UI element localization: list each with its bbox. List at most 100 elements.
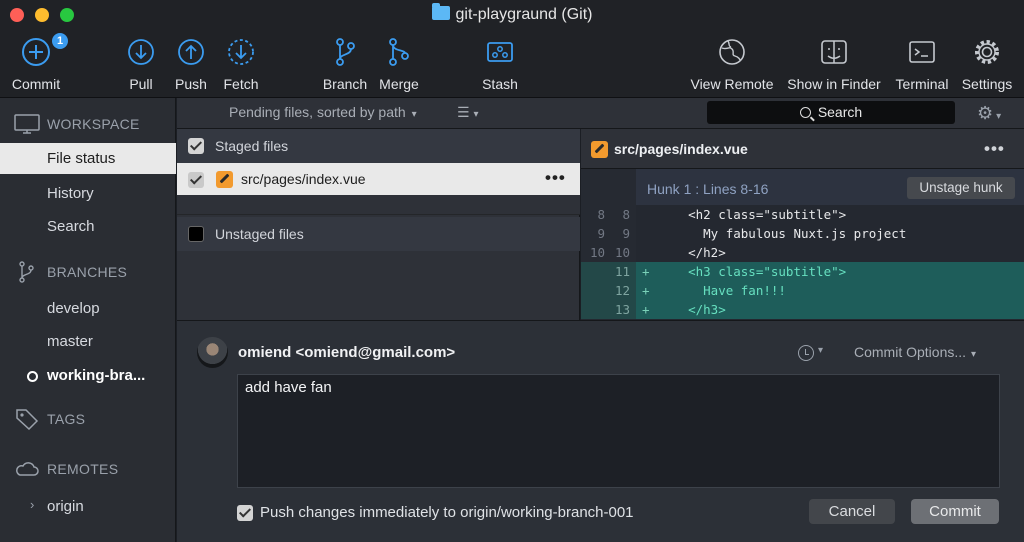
gear-icon: ⚙ — [977, 103, 994, 123]
new-line-number: 8 — [622, 207, 630, 222]
commit-toolbar-button[interactable]: 1 Commit — [8, 33, 68, 94]
hunk-header: Hunk 1 : Lines 8-16 Unstage hunk — [581, 169, 1024, 205]
new-line-number: 10 — [614, 245, 630, 260]
sidebar-section-workspace[interactable]: WORKSPACE — [0, 109, 176, 139]
commit-button[interactable]: Commit — [911, 499, 999, 524]
branch-button[interactable]: Branch — [320, 34, 370, 94]
cancel-button[interactable]: Cancel — [809, 499, 895, 524]
modified-icon — [216, 171, 233, 188]
file-checkbox[interactable] — [188, 172, 204, 188]
chevron-down-icon: ▾ — [971, 349, 977, 360]
staged-files-header: Staged files — [177, 129, 580, 163]
stash-icon — [487, 42, 513, 62]
terminal-button[interactable]: Terminal — [890, 34, 954, 94]
diff-file-header: src/pages/index.vue ••• — [581, 129, 1024, 169]
push-immediately-checkbox[interactable] — [237, 505, 253, 521]
monitor-icon — [14, 114, 40, 134]
sidebar-item-branch-master[interactable]: master — [0, 326, 176, 357]
sidebar: WORKSPACE File status History Search BRA… — [0, 98, 176, 542]
terminal-icon — [909, 41, 935, 63]
new-line-number: 13 — [614, 302, 630, 317]
diff-marker: + — [642, 302, 650, 317]
diff-code: </h3> — [658, 302, 726, 317]
diff-line-added[interactable]: 11 + <h3 class="subtitle"> — [581, 262, 1024, 281]
sidebar-section-tags[interactable]: TAGS — [0, 404, 176, 434]
diff-code: </h2> — [658, 245, 726, 260]
diff-line-context[interactable]: 9 9 My fabulous Nuxt.js project — [581, 224, 1024, 243]
staged-file-row[interactable]: src/pages/index.vue ••• — [177, 163, 580, 195]
folder-icon — [431, 3, 450, 20]
settings-button[interactable]: Settings — [956, 34, 1018, 94]
new-line-number: 9 — [622, 226, 630, 241]
commit-icon — [22, 38, 50, 66]
diff-line-added[interactable]: 13 + </h3> — [581, 300, 1024, 319]
sidebar-item-file-status[interactable]: File status — [0, 143, 176, 174]
chevron-down-icon: ▾ — [473, 109, 479, 120]
diff-code: <h2 class="subtitle"> — [658, 207, 847, 222]
staged-files-checkbox[interactable] — [188, 138, 204, 154]
gear-icon — [975, 40, 999, 64]
clock-icon — [798, 345, 814, 361]
pull-button[interactable]: Pull — [118, 34, 164, 94]
staged-files-empty-space — [177, 195, 580, 215]
unstage-hunk-button[interactable]: Unstage hunk — [907, 177, 1015, 199]
line-number-gutter — [581, 169, 636, 205]
arrow-up-circle-icon — [178, 39, 204, 65]
fetch-button[interactable]: Fetch — [216, 34, 266, 94]
view-remote-button[interactable]: View Remote — [686, 34, 778, 94]
show-in-finder-button[interactable]: Show in Finder — [784, 34, 884, 94]
arrow-down-circle-icon — [128, 39, 154, 65]
diff-line-context[interactable]: 10 10 </h2> — [581, 243, 1024, 262]
new-line-number: 12 — [614, 283, 630, 298]
chevron-down-icon: ▾ — [818, 345, 824, 356]
more-options-icon[interactable]: ••• — [545, 168, 566, 188]
diff-marker: + — [642, 283, 650, 298]
branch-icon — [19, 261, 34, 283]
merge-icon — [389, 38, 409, 66]
old-line-number: 8 — [597, 207, 605, 222]
unstaged-files-header: Unstaged files — [177, 217, 580, 251]
old-line-number: 9 — [597, 226, 605, 241]
view-mode-dropdown[interactable]: ☰ ▾ — [457, 104, 478, 121]
unstaged-files-checkbox[interactable] — [188, 226, 204, 242]
sidebar-item-branch-working[interactable]: working-bra... — [0, 360, 176, 391]
sidebar-item-history[interactable]: History — [0, 178, 176, 209]
avatar — [197, 337, 228, 368]
chevron-down-icon: ▾ — [996, 111, 1002, 122]
commit-options-dropdown[interactable]: Commit Options... ▾ — [854, 344, 976, 360]
diff-code: <h3 class="subtitle"> — [658, 264, 847, 279]
push-button[interactable]: Push — [168, 34, 214, 94]
file-settings-dropdown[interactable]: ⚙ ▾ — [977, 103, 1017, 123]
sidebar-item-search[interactable]: Search — [0, 211, 176, 242]
old-line-number: 10 — [589, 245, 605, 260]
more-options-icon[interactable]: ••• — [984, 139, 1005, 159]
toolbar: git-playgraund (Git) 1 Commit Pull Push … — [0, 0, 1024, 98]
chevron-right-icon[interactable]: › — [30, 497, 34, 512]
diff-code: Have fan!!! — [658, 283, 786, 298]
diff-marker: + — [642, 264, 650, 279]
sidebar-section-remotes[interactable]: REMOTES — [0, 454, 176, 484]
modified-icon — [591, 141, 608, 158]
new-line-number: 11 — [614, 264, 630, 279]
diff-line-added[interactable]: 12 + Have fan!!! — [581, 281, 1024, 300]
file-list: Staged files src/pages/index.vue ••• Uns… — [177, 129, 580, 320]
stash-button[interactable]: Stash — [476, 34, 524, 94]
sidebar-item-branch-develop[interactable]: develop — [0, 293, 176, 324]
fetch-icon — [228, 39, 254, 65]
pending-count-badge: 1 — [52, 33, 68, 49]
sidebar-section-branches[interactable]: BRANCHES — [0, 257, 176, 287]
commit-message-input[interactable]: add have fan — [237, 374, 1000, 488]
cloud-icon — [16, 462, 39, 476]
search-input[interactable]: Search — [707, 101, 955, 124]
tag-icon — [16, 409, 39, 430]
branch-icon — [336, 38, 355, 66]
diff-view: src/pages/index.vue ••• Hunk 1 : Lines 8… — [581, 129, 1024, 320]
merge-button[interactable]: Merge — [375, 34, 423, 94]
current-branch-icon — [27, 371, 38, 382]
diff-line-context[interactable]: 8 8 <h2 class="subtitle"> — [581, 205, 1024, 224]
sidebar-item-remote-origin[interactable]: › origin — [0, 491, 176, 522]
list-icon: ☰ — [457, 104, 470, 120]
window-title: git-playgraund (Git) — [0, 3, 1024, 24]
sort-dropdown[interactable]: Pending files, sorted by path ▾ — [229, 104, 417, 120]
commit-history-dropdown[interactable]: ▾ — [798, 343, 830, 363]
